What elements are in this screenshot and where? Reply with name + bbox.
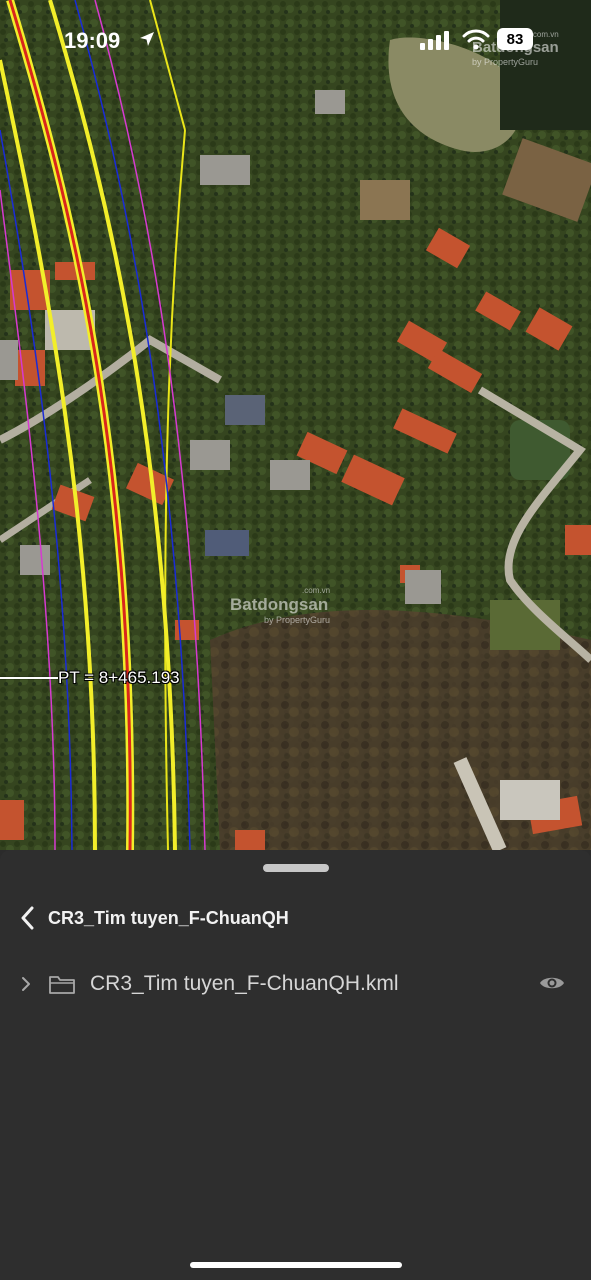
chevron-left-icon[interactable] — [20, 906, 34, 930]
watermark-brand: Batdongsan — [230, 595, 329, 614]
status-bar: 19:09 83 — [0, 0, 591, 80]
folder-icon — [49, 976, 75, 994]
list-item[interactable]: CR3_Tim tuyen_F-ChuanQH.kml — [20, 968, 571, 1000]
satellite-imagery — [0, 0, 591, 850]
map-watermark: Batdongsan by PropertyGuru .com.vn — [230, 587, 331, 625]
chevron-right-icon[interactable] — [20, 975, 32, 993]
satellite-map[interactable]: Batdongsan by PropertyGuru .com.vn Batdo… — [0, 0, 591, 850]
eye-icon[interactable] — [539, 974, 565, 992]
battery-indicator: 83 — [497, 28, 533, 50]
cellular-signal-icon — [420, 31, 449, 50]
layers-sheet: CR3_Tim tuyen_F-ChuanQH CR3_Tim tuyen_F-… — [0, 850, 591, 1280]
back-navigation[interactable]: CR3_Tim tuyen_F-ChuanQH — [20, 902, 289, 934]
wifi-icon — [462, 29, 490, 50]
watermark-tld: .com.vn — [302, 586, 331, 595]
sheet-title: CR3_Tim tuyen_F-ChuanQH — [48, 907, 289, 928]
location-arrow-icon — [140, 32, 154, 46]
station-leader-line — [0, 677, 58, 679]
watermark-sub: by PropertyGuru — [264, 615, 331, 625]
sheet-grabber[interactable] — [263, 864, 329, 872]
status-time: 19:09 — [64, 28, 121, 53]
station-label[interactable]: PT = 8+465.193 — [58, 668, 180, 688]
file-label: CR3_Tim tuyen_F-ChuanQH.kml — [90, 972, 399, 995]
home-indicator[interactable] — [190, 1262, 402, 1268]
